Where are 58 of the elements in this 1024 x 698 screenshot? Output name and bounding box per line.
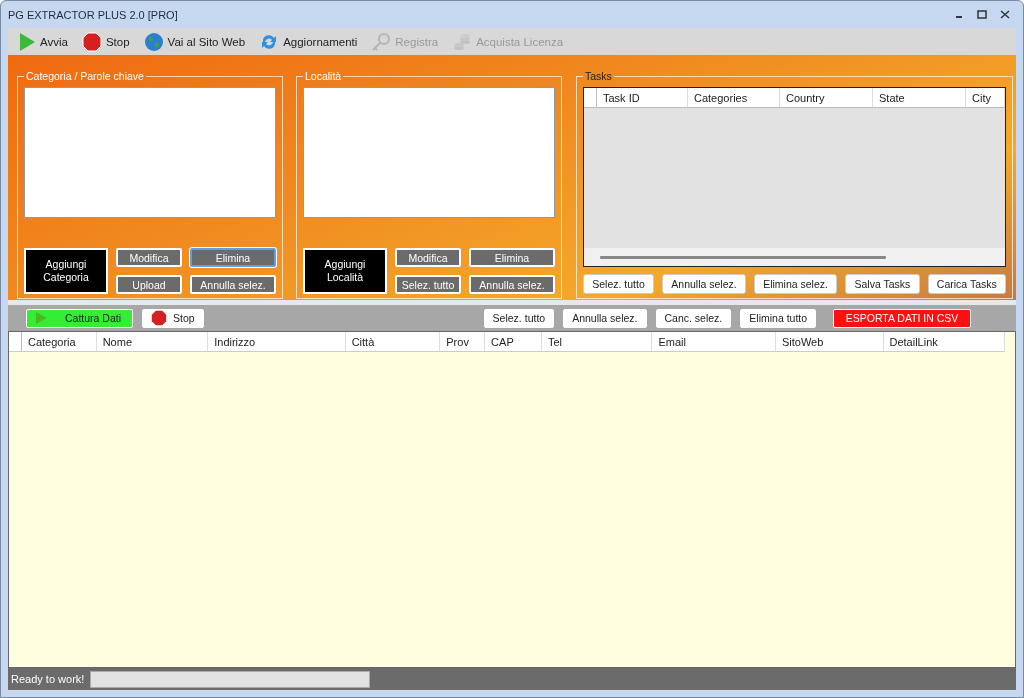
action-button[interactable]: Modifica bbox=[116, 248, 182, 267]
group-title: Tasks bbox=[584, 70, 613, 82]
list-box[interactable] bbox=[24, 87, 276, 218]
tasks-grid[interactable]: Task ID Categories Country State City bbox=[583, 87, 1006, 267]
column-header[interactable]: Indirizzo bbox=[208, 332, 346, 351]
toolbar-button[interactable]: Aggiornamenti bbox=[259, 31, 358, 52]
action-button[interactable]: Annulla selez. bbox=[190, 275, 276, 294]
action-button[interactable]: Selez. tutto bbox=[395, 275, 461, 294]
action-button[interactable]: Elimina tutto bbox=[740, 308, 817, 328]
action-button[interactable]: Elimina bbox=[469, 248, 555, 267]
column-header[interactable]: Nome bbox=[96, 332, 209, 351]
key-icon bbox=[371, 31, 392, 52]
toolbar-button[interactable]: Avvia bbox=[18, 31, 68, 52]
list-box[interactable] bbox=[303, 87, 555, 218]
window-title: PG EXTRACTOR PLUS 2.0 [PRO] bbox=[8, 8, 178, 21]
action-button[interactable]: Annulla selez. bbox=[662, 274, 746, 294]
status-text: Ready to work! bbox=[11, 673, 85, 685]
action-button[interactable]: Carica Tasks bbox=[927, 274, 1007, 294]
column-header[interactable]: Task ID bbox=[597, 88, 688, 107]
action-button[interactable]: Elimina bbox=[190, 248, 276, 267]
column-header[interactable]: SitoWeb bbox=[775, 332, 884, 351]
action-button[interactable]: Stop bbox=[142, 308, 204, 328]
add-button[interactable]: Aggiungi Categoria bbox=[24, 248, 108, 294]
action-button[interactable]: Canc. selez. bbox=[655, 308, 732, 328]
action-button[interactable]: Modifica bbox=[395, 248, 461, 267]
maximize-icon[interactable] bbox=[977, 10, 987, 19]
action-button[interactable]: Annulla selez. bbox=[563, 308, 647, 328]
column-header[interactable]: City bbox=[966, 88, 1005, 107]
action-button[interactable]: Elimina selez. bbox=[753, 274, 838, 294]
action-button[interactable]: Salva Tasks bbox=[845, 274, 920, 294]
action-button[interactable]: Cattura Dati bbox=[26, 308, 133, 328]
stop-sign-icon bbox=[151, 310, 167, 326]
stop-sign-icon bbox=[81, 31, 102, 52]
close-icon[interactable] bbox=[1000, 10, 1010, 19]
export-button[interactable]: ESPORTA DATI IN CSV bbox=[833, 308, 972, 328]
group-title: Località bbox=[304, 70, 343, 82]
column-header[interactable]: Categories bbox=[688, 88, 780, 107]
action-button[interactable]: Selez. tutto bbox=[583, 274, 655, 294]
column-header[interactable]: CAP bbox=[485, 332, 542, 351]
column-header[interactable]: Tel bbox=[541, 332, 653, 351]
column-header[interactable]: Country bbox=[780, 88, 873, 107]
play-icon bbox=[18, 31, 36, 52]
toolbar-button[interactable]: Stop bbox=[81, 31, 130, 52]
column-header[interactable]: Prov bbox=[440, 332, 486, 351]
column-header[interactable]: Città bbox=[345, 332, 441, 351]
column-header[interactable]: Categoria bbox=[21, 332, 97, 351]
globe-icon bbox=[143, 31, 164, 52]
group-title: Categoria / Parole chiave bbox=[25, 70, 145, 82]
scrollbar-thumb[interactable] bbox=[600, 255, 886, 259]
action-button[interactable]: Upload bbox=[116, 275, 182, 294]
action-button[interactable]: Annulla selez. bbox=[469, 275, 555, 294]
toolbar-button[interactable]: Vai al Sito Web bbox=[143, 31, 246, 52]
column-header[interactable]: DetailLink bbox=[883, 332, 1005, 351]
column-header[interactable]: Email bbox=[652, 332, 776, 351]
action-button[interactable]: Selez. tutto bbox=[483, 308, 555, 328]
play-icon bbox=[35, 312, 47, 324]
add-button[interactable]: Aggiungi Località bbox=[303, 248, 387, 294]
column-header[interactable]: State bbox=[873, 88, 966, 107]
